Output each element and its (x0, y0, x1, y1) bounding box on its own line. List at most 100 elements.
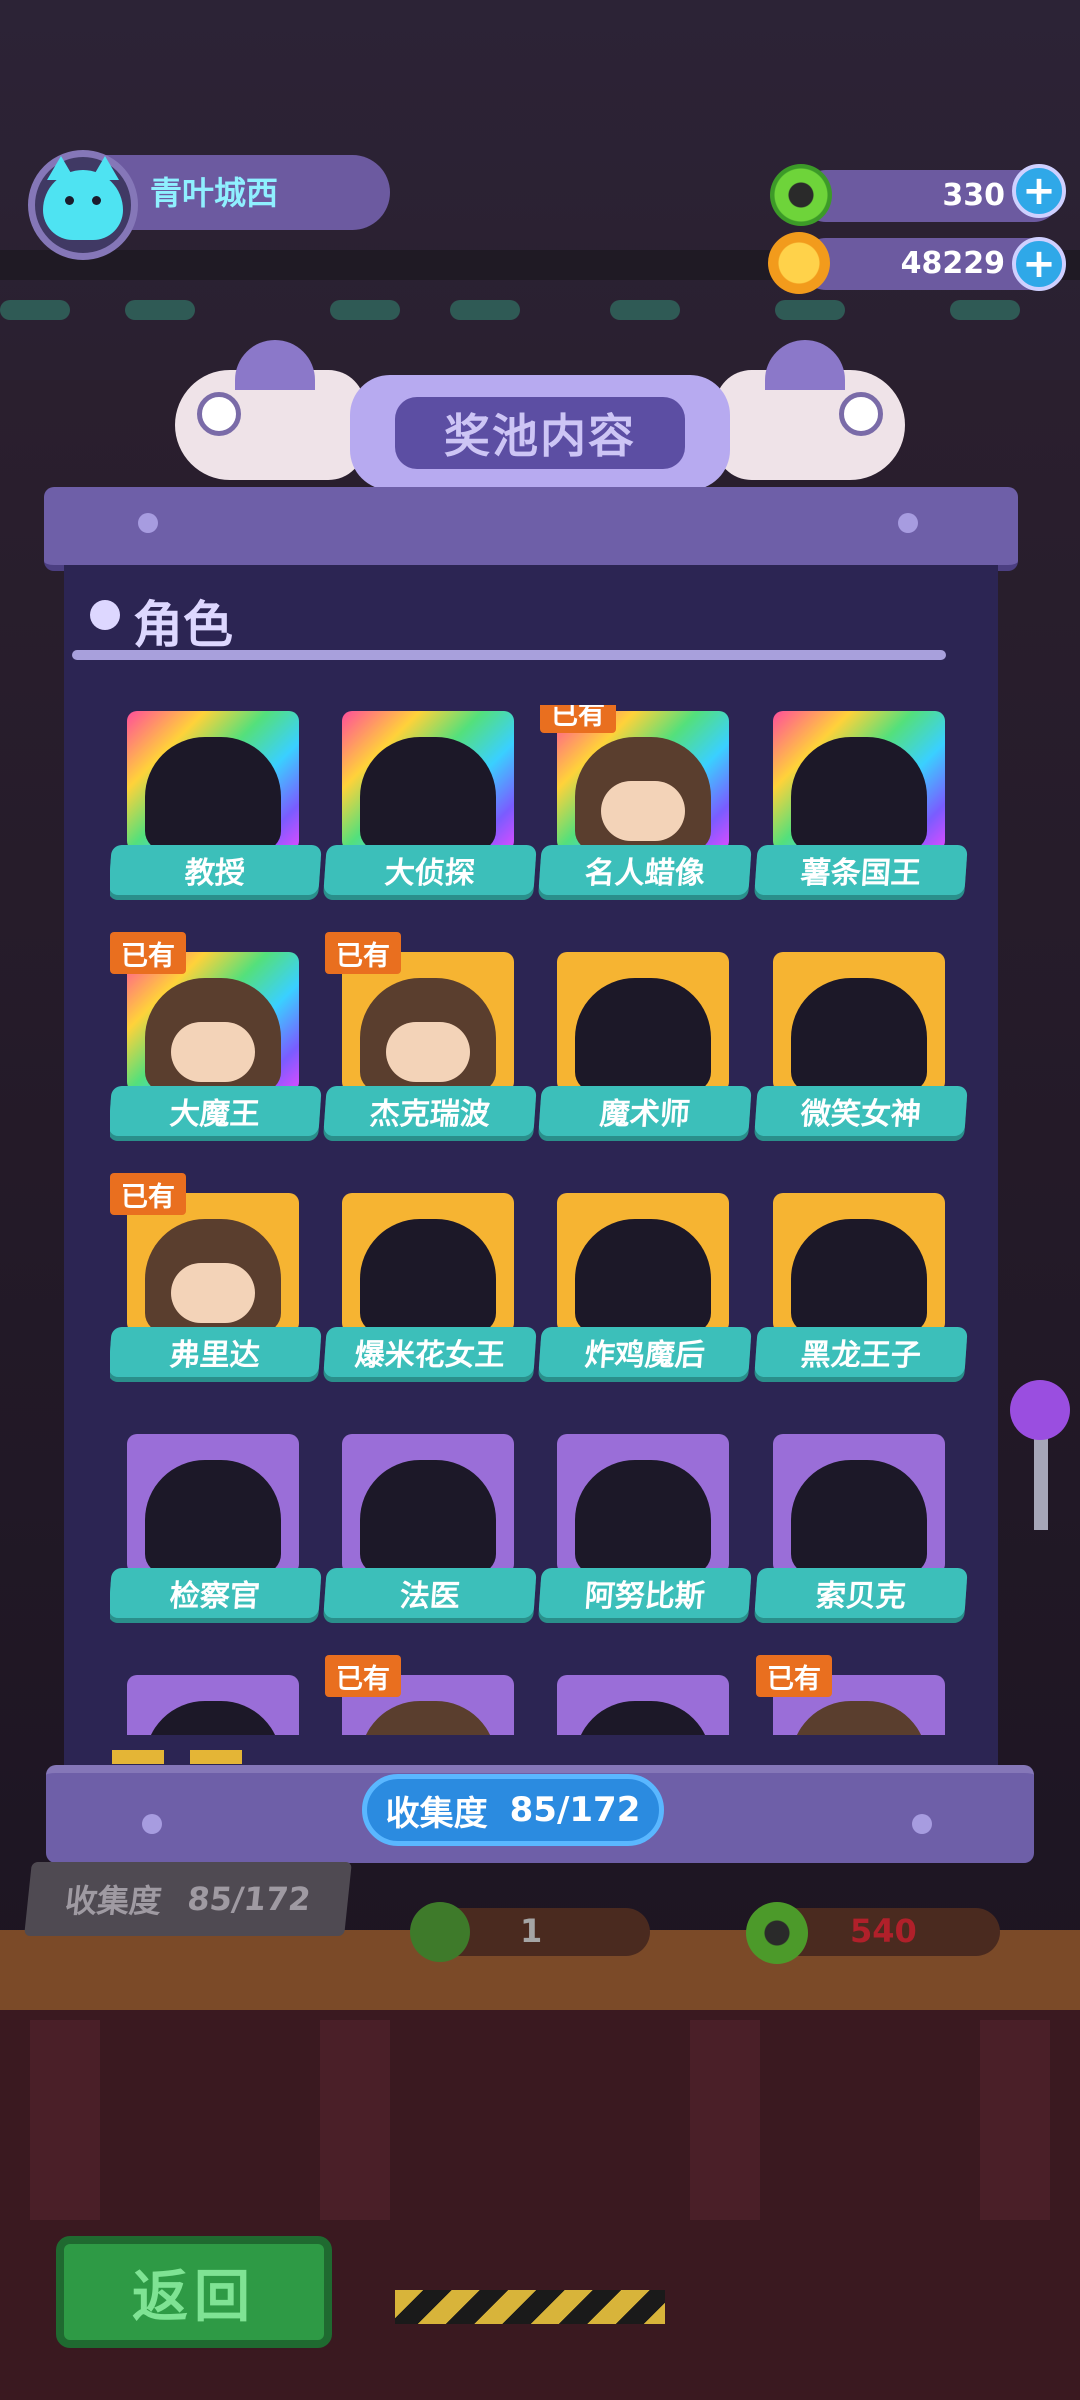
character-face (171, 1263, 255, 1323)
panel-header (44, 487, 1018, 571)
character-name: 名人蜡像 (538, 845, 752, 895)
player-avatar[interactable] (28, 150, 138, 260)
rivet (912, 1814, 932, 1834)
prize-pool-banner: 奖池内容 (350, 375, 730, 490)
character-name: 大魔王 (110, 1086, 322, 1136)
hazard-stripe (395, 2290, 665, 2324)
character-face (171, 1022, 255, 1082)
donut-coin-amount: 330 (942, 178, 1005, 213)
locked-silhouette (145, 737, 281, 851)
background-donut-cost: 540 (850, 1912, 917, 1950)
shelf-light (610, 300, 680, 320)
planet-coin-amount: 48229 (900, 246, 1005, 281)
character-card[interactable]: 微笑女神 (754, 946, 968, 1146)
donut-coin-icon (746, 1902, 808, 1964)
character-portrait (557, 1434, 729, 1574)
character-card[interactable]: 已有 弗里达 (110, 1173, 322, 1387)
character-card[interactable]: 索贝克 (754, 1428, 968, 1628)
character-portrait (127, 711, 299, 851)
character-card[interactable]: 教授 (110, 705, 322, 905)
character-grid[interactable]: 教授 大侦探 已有 名人蜡像 薯条国王 已有 大魔王 已有 杰克瑞波 魔术师 微笑女神 已有 弗里达 爆米… (110, 705, 970, 1735)
shelf-light (330, 300, 400, 320)
player-name: 青叶城西 (150, 174, 279, 212)
character-portrait (342, 1193, 514, 1333)
character-face (386, 1022, 470, 1082)
character-portrait (773, 952, 945, 1092)
character-face (601, 781, 685, 841)
character-name: 检察官 (110, 1568, 322, 1618)
locked-silhouette (575, 1460, 711, 1574)
green-donut-coin-icon (770, 164, 832, 226)
locked-silhouette (145, 1460, 281, 1574)
character-card[interactable]: 阿努比斯 (538, 1428, 752, 1628)
add-planet-coin-button[interactable]: + (1012, 237, 1066, 291)
character-name: 微笑女神 (754, 1086, 968, 1136)
claw-lever-ball (1010, 1380, 1070, 1440)
rivet (138, 513, 158, 533)
character-name: 教授 (110, 845, 322, 895)
orange-planet-coin-icon (768, 232, 830, 294)
character-portrait (127, 1675, 299, 1735)
owned-badge: 已有 (110, 1173, 186, 1215)
character-card[interactable]: 爆米花女王 (323, 1187, 537, 1387)
character-portrait (773, 1193, 945, 1333)
character-name: 阿努比斯 (538, 1568, 752, 1618)
background-pillar (980, 2020, 1050, 2220)
cat-avatar-icon (43, 156, 123, 240)
scroll-indicator (112, 1750, 242, 1764)
character-name: 大侦探 (323, 845, 537, 895)
character-name: 爆米花女王 (323, 1327, 537, 1377)
ticket-icon (410, 1902, 470, 1962)
character-name: 法医 (323, 1568, 537, 1618)
locked-silhouette (360, 737, 496, 851)
character-portrait (342, 1434, 514, 1574)
rivet (142, 1814, 162, 1834)
character-portrait (342, 711, 514, 851)
background-pillar (30, 2020, 100, 2220)
character-portrait (557, 952, 729, 1092)
shelf-light (125, 300, 195, 320)
background-ticket-count: 1 (520, 1912, 543, 1950)
character-portrait (557, 1675, 729, 1735)
character-portrait (557, 1193, 729, 1333)
locked-silhouette (791, 1219, 927, 1333)
character-name: 薯条国王 (754, 845, 968, 895)
owned-badge: 已有 (110, 932, 186, 974)
back-button[interactable]: 返回 (56, 2236, 332, 2348)
character-card[interactable]: 魔术师 (538, 946, 752, 1146)
owned-badge: 已有 (325, 932, 401, 974)
shelf-light (950, 300, 1020, 320)
character-card[interactable]: 黑龙王子 (754, 1187, 968, 1387)
character-card[interactable]: 大侦探 (323, 705, 537, 905)
owned-badge: 已有 (540, 705, 616, 733)
character-portrait (773, 711, 945, 851)
character-card[interactable]: 检察官 (110, 1428, 322, 1628)
character-card[interactable] (110, 1669, 320, 1735)
character-card[interactable]: 薯条国王 (754, 705, 968, 905)
section-bullet (90, 600, 120, 630)
character-card[interactable]: 已有 杰克瑞波 (323, 932, 537, 1146)
section-title: 角色 (133, 596, 233, 654)
owned-badge: 已有 (756, 1655, 832, 1697)
character-art (791, 1701, 927, 1735)
character-portrait (127, 1434, 299, 1574)
character-name: 炸鸡魔后 (538, 1327, 752, 1377)
locked-silhouette (360, 1219, 496, 1333)
shelf-light (450, 300, 520, 320)
background-pillar (320, 2020, 390, 2220)
character-card[interactable]: 炸鸡魔后 (538, 1187, 752, 1387)
section-divider (72, 650, 946, 660)
character-card[interactable] (540, 1669, 750, 1735)
character-card[interactable]: 已有 大魔王 (110, 932, 322, 1146)
character-portrait (773, 1434, 945, 1574)
locked-silhouette (791, 737, 927, 851)
character-card[interactable]: 法医 (323, 1428, 537, 1628)
character-card[interactable]: 已有 名人蜡像 (538, 705, 752, 905)
character-card[interactable]: 已有 (756, 1655, 966, 1735)
claw-lever-stick (1034, 1430, 1048, 1530)
add-donut-coin-button[interactable]: + (1012, 164, 1066, 218)
character-card[interactable]: 已有 (325, 1655, 535, 1735)
background-pillar (690, 2020, 760, 2220)
locked-silhouette (791, 978, 927, 1092)
fish-ornament-right (715, 340, 905, 480)
